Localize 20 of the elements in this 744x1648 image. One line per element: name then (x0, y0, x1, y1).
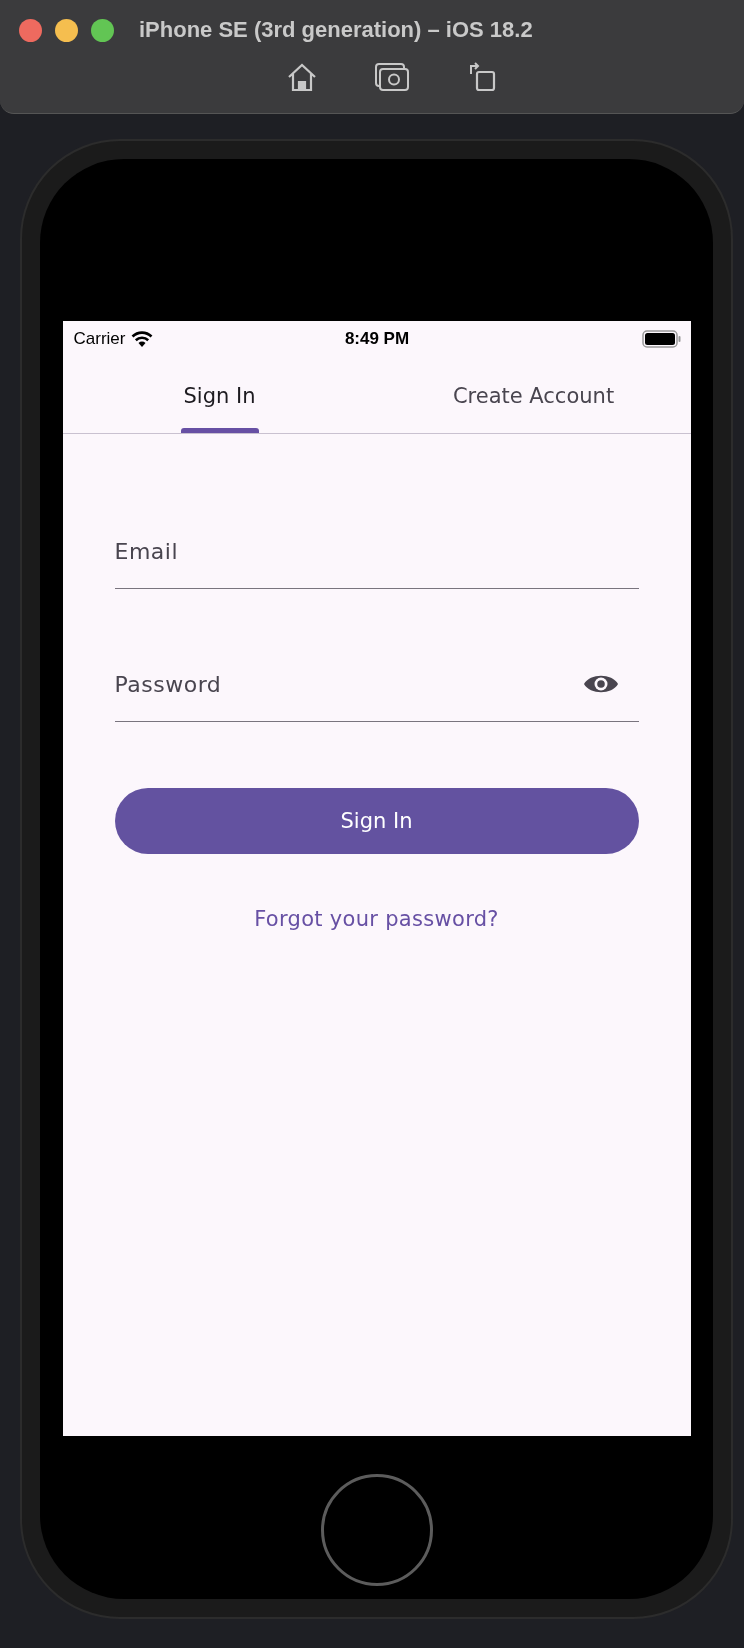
forgot-password-link[interactable]: Forgot your password? (254, 907, 499, 931)
carrier-label: Carrier (73, 328, 126, 349)
home-icon (286, 62, 318, 92)
password-field[interactable]: Password (114, 647, 639, 722)
field-label: Password (114, 671, 222, 697)
screenshot-button[interactable] (375, 60, 409, 94)
status-time: 8:49 PM (344, 328, 410, 349)
sign-in-button[interactable]: Sign In (114, 788, 639, 854)
camera-icon (375, 62, 409, 92)
window-title: iPhone SE (3rd generation) – iOS 18.2 (139, 17, 533, 43)
wifi-icon (131, 330, 154, 347)
email-field[interactable]: Email (114, 514, 639, 589)
minimize-button[interactable] (55, 18, 78, 42)
tab[interactable]: Create Account (376, 356, 691, 433)
field-label: Email (114, 538, 179, 564)
close-button[interactable] (19, 18, 42, 42)
battery-icon (641, 329, 681, 348)
rotate-icon (468, 62, 496, 92)
zoom-button[interactable] (91, 18, 114, 42)
tab[interactable]: Sign In (62, 356, 377, 433)
